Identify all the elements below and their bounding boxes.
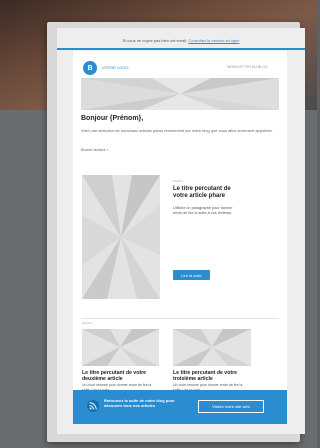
section-divider (81, 318, 279, 319)
footer-text: Retrouvez la suite de notre blog pour dé… (104, 398, 175, 408)
rss-icon (87, 400, 99, 412)
rss-glyph (89, 402, 97, 410)
featured-image[interactable] (82, 175, 160, 299)
greeting-title: Bonjour {Prénom}, (81, 115, 144, 122)
featured-description: Utilisez un paragraphe pour donner envie… (173, 206, 233, 215)
logo-name: VOTRE LOGO (102, 65, 129, 70)
placeholder-image-icon (82, 175, 160, 299)
online-version-link[interactable]: Consultez la version en ligne (188, 38, 239, 43)
accent-bar (57, 48, 305, 50)
featured-kicker: NEWS (173, 179, 184, 183)
logo-initial: B (87, 64, 93, 72)
header-tagline: NEWSLETTER DU BLOG (227, 65, 268, 69)
placeholder-image-icon (81, 78, 279, 110)
placeholder-image-icon (173, 329, 251, 366)
intro-text: Voici une sélection de nouveaux articles… (81, 128, 273, 133)
email-template: Si vous ne voyez pas bien cet email, Con… (57, 28, 305, 434)
footer-banner: Retrouvez la suite de notre blog pour dé… (73, 390, 287, 424)
featured-title[interactable]: Le titre percutant de votre article phar… (173, 186, 245, 200)
logo-icon: B (83, 61, 97, 75)
hero-image (81, 78, 279, 110)
placeholder-image-icon (82, 329, 159, 366)
read-more-button[interactable]: Lire la suite (173, 270, 210, 280)
preheader-text: Si vous ne voyez pas bien cet email, (122, 38, 189, 43)
article2-image[interactable] (82, 329, 159, 366)
visit-website-button[interactable]: Visitez notre site web (198, 400, 264, 413)
article3-image[interactable] (173, 329, 251, 366)
section-kicker: NEWS (82, 321, 93, 325)
article2-title[interactable]: Le titre percutant de votre deuxième art… (82, 370, 160, 382)
preheader: Si vous ne voyez pas bien cet email, Con… (57, 38, 305, 43)
article3-title[interactable]: Le titre percutant de votre troisième ar… (173, 370, 253, 382)
intro-signoff: Bonne lecture ! (81, 147, 108, 152)
